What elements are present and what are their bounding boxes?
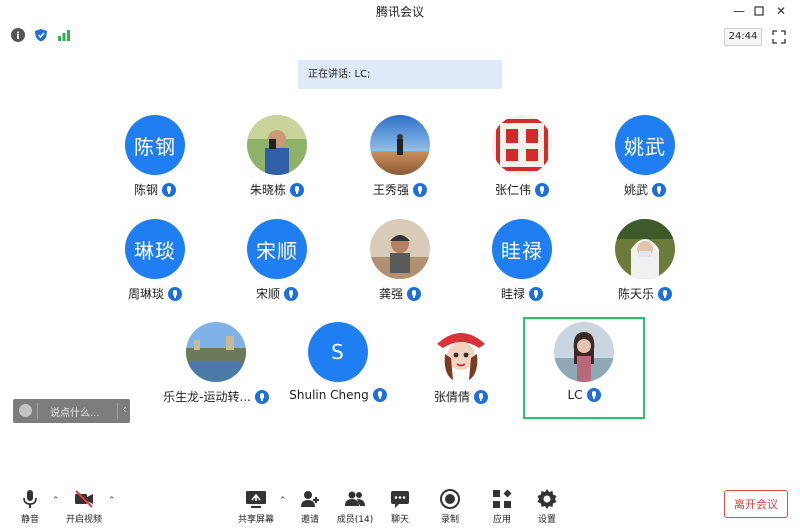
- participant-name: 宋顺: [255, 287, 280, 301]
- maximize-icon[interactable]: [748, 0, 770, 22]
- participant-name: 周琳琰: [127, 287, 164, 301]
- participant-tile[interactable]: 眭禄 眭禄: [462, 219, 582, 319]
- title-bar: 腾讯会议 — ✕: [0, 0, 800, 22]
- avatar: 宋顺: [247, 219, 307, 279]
- participant-tile[interactable]: LC: [524, 322, 644, 422]
- participant-name: 姚武: [623, 183, 648, 197]
- participant-name: 眭禄: [500, 287, 525, 301]
- avatar: 陈钢: [125, 115, 185, 175]
- record-button[interactable]: 录制: [428, 488, 472, 528]
- participant-tile[interactable]: 陈钢 陈钢: [95, 115, 215, 215]
- divider: [117, 403, 118, 419]
- mic-icon: [474, 389, 488, 404]
- participant-tile[interactable]: 张倩倩: [401, 322, 521, 422]
- avatar: [431, 322, 491, 382]
- meeting-window: 腾讯会议 — ✕ i 24:44 正在讲话: LC; 陈钢 陈钢 朱晓栋 王秀强…: [0, 0, 800, 528]
- svg-text:i: i: [16, 31, 19, 42]
- participant-name: Shulin Cheng: [289, 388, 369, 402]
- invite-button[interactable]: 邀请: [288, 488, 332, 528]
- mic-icon: [254, 389, 269, 404]
- share-options-chevron-icon[interactable]: ⌃: [279, 496, 287, 506]
- invite-user-icon: [299, 488, 321, 510]
- avatar: [186, 322, 246, 382]
- participant-tile[interactable]: 姚武 姚武: [585, 115, 705, 215]
- participant-tile[interactable]: 龚强: [340, 219, 460, 319]
- avatar: [370, 219, 430, 279]
- participant-tile[interactable]: 张仁伟: [462, 115, 582, 215]
- window-title: 腾讯会议: [375, 5, 424, 19]
- camera-off-icon: [73, 488, 95, 510]
- start-video-button[interactable]: 开启视频: [62, 488, 106, 528]
- participant-tile[interactable]: 陈天乐: [585, 219, 705, 319]
- avatar: S: [308, 322, 368, 382]
- status-bar: i 24:44: [0, 24, 800, 46]
- avatar: [370, 115, 430, 175]
- record-icon: [439, 488, 461, 510]
- avatar: [615, 219, 675, 279]
- close-icon[interactable]: ✕: [770, 0, 792, 22]
- mic-icon: [407, 286, 421, 301]
- minimize-icon[interactable]: —: [728, 0, 750, 22]
- avatar: 姚武: [615, 115, 675, 175]
- members-icon: [344, 488, 366, 510]
- mute-button[interactable]: 静音: [8, 488, 52, 528]
- mic-icon: [586, 388, 601, 402]
- participant-tile[interactable]: 乐生龙-运动转...: [156, 322, 276, 422]
- divider: [37, 403, 38, 419]
- settings-button[interactable]: 设置: [525, 488, 569, 528]
- speaking-indicator: 正在讲话: LC;: [298, 60, 502, 89]
- participant-name: 王秀强: [372, 183, 409, 197]
- participant-tile[interactable]: 王秀强: [340, 115, 460, 215]
- avatar: 眭禄: [492, 219, 552, 279]
- share-screen-icon: [245, 488, 267, 510]
- apps-icon: [491, 488, 513, 510]
- participant-tile[interactable]: 宋顺 宋顺: [217, 219, 337, 319]
- participant-name: 陈钢: [133, 183, 158, 197]
- mic-icon: [372, 388, 387, 402]
- chat-placeholder: 说点什么...: [50, 408, 100, 419]
- info-icon[interactable]: i: [11, 28, 25, 42]
- chat-bubble-icon: [389, 488, 411, 510]
- avatar: [554, 322, 614, 382]
- mic-icon: [529, 286, 543, 301]
- mic-icon: [652, 182, 666, 197]
- fullscreen-icon[interactable]: [772, 29, 786, 44]
- mic-icon: [658, 286, 672, 301]
- meeting-timer: 24:44: [724, 28, 762, 46]
- mic-icon: [535, 182, 549, 197]
- chat-input[interactable]: 说点什么... ‹: [13, 399, 130, 423]
- participant-name: 龚强: [378, 287, 403, 301]
- emoji-icon[interactable]: [19, 404, 32, 417]
- avatar: [247, 115, 307, 175]
- participant-name: 乐生龙-运动转...: [163, 390, 251, 404]
- participant-name: 张仁伟: [494, 183, 531, 197]
- avatar: 琳琰: [125, 219, 185, 279]
- chat-button[interactable]: 聊天: [378, 488, 422, 528]
- mic-icon: [290, 182, 304, 197]
- mic-options-chevron-icon[interactable]: ⌃: [52, 496, 60, 506]
- collapse-chevron-icon[interactable]: ‹: [122, 402, 127, 416]
- video-options-chevron-icon[interactable]: ⌃: [108, 496, 116, 506]
- mic-icon: [413, 182, 427, 197]
- signal-icon[interactable]: [57, 28, 71, 42]
- participant-name: 陈天乐: [617, 287, 654, 301]
- participant-tile[interactable]: S Shulin Cheng: [278, 322, 398, 422]
- participant-name: LC: [567, 388, 583, 402]
- mic-icon: [168, 286, 182, 301]
- avatar: [492, 115, 552, 175]
- microphone-icon: [19, 488, 41, 510]
- members-button[interactable]: 成员(14): [333, 488, 377, 528]
- leave-meeting-button[interactable]: 离开会议: [724, 490, 788, 518]
- participant-name: 张倩倩: [433, 390, 470, 404]
- apps-button[interactable]: 应用: [480, 488, 524, 528]
- share-screen-button[interactable]: 共享屏幕: [234, 488, 278, 528]
- participant-tile[interactable]: 琳琰 周琳琰: [95, 219, 215, 319]
- mic-icon: [162, 182, 176, 197]
- mic-icon: [284, 286, 298, 301]
- shield-icon[interactable]: [34, 28, 48, 42]
- participant-name: 朱晓栋: [249, 183, 286, 197]
- gear-icon: [536, 488, 558, 510]
- bottom-toolbar: 静音 ⌃ 开启视频 ⌃ 共享屏幕 ⌃ 邀请 成员(14) 聊天 录制 应用 设置: [0, 482, 800, 528]
- participant-tile[interactable]: 朱晓栋: [217, 115, 337, 215]
